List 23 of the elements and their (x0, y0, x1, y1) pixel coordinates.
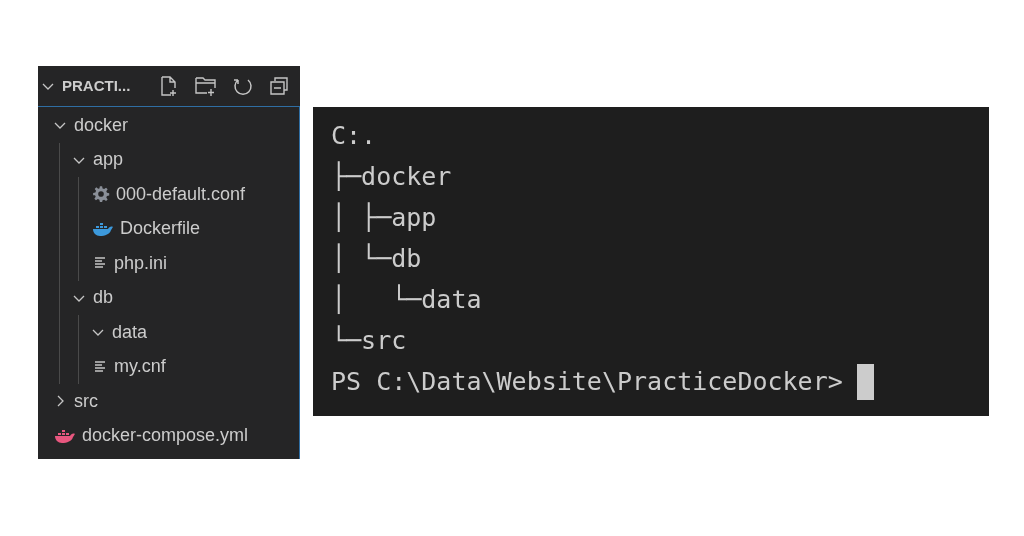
collapse-all-icon[interactable] (268, 75, 290, 97)
terminal-cursor (856, 363, 874, 400)
file-item[interactable]: 000-default.conf (38, 177, 299, 212)
terminal-line: ├─docker (331, 160, 452, 193)
terminal-line: └─src (331, 324, 407, 357)
folder-item[interactable]: docker (38, 108, 299, 143)
file-item[interactable]: my.cnf (38, 349, 299, 384)
explorer-title: PRACTI... (62, 75, 131, 96)
terminal-line: C:. (331, 120, 377, 152)
file-item[interactable]: php.ini (38, 246, 299, 281)
file-item[interactable]: docker-compose.yml (38, 418, 299, 453)
folder-item[interactable]: app (38, 142, 299, 177)
folder-item[interactable]: data (38, 315, 299, 350)
file-item[interactable]: Dockerfile (38, 211, 299, 246)
terminal-line: │ ├─app (331, 201, 437, 234)
gear-icon (92, 185, 110, 204)
folder-item[interactable]: src (38, 384, 299, 419)
terminal-line: │ └─db (331, 242, 422, 275)
terminal-line: │ └─data (331, 283, 482, 316)
text-file-icon (92, 358, 108, 375)
folder-item[interactable]: db (38, 280, 299, 315)
new-folder-icon[interactable] (194, 75, 218, 97)
terminal-prompt: PS C:\Data\Website\PracticeDocker> (331, 366, 843, 398)
